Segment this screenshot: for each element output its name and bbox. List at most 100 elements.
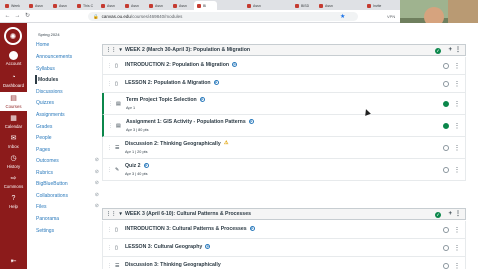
item-title[interactable]: Term Project Topic Selection xyxy=(126,97,197,103)
published-check-icon[interactable]: ✓ xyxy=(435,48,441,54)
drag-handle-icon[interactable]: ⋮ xyxy=(107,63,112,69)
browser-tab[interactable]: This C xyxy=(74,1,97,10)
drag-handle-icon[interactable]: ⋮ xyxy=(108,101,113,107)
item-title[interactable]: LESSON 3: Cultural Geography xyxy=(125,244,202,250)
module-header[interactable]: ⋮⋮ ▾ WEEK 2 (March 30-April 3): Populati… xyxy=(102,44,466,56)
kebab-menu-icon[interactable]: ⋮ xyxy=(455,46,461,55)
browser-tab[interactable]: Assn xyxy=(26,1,49,10)
add-item-icon[interactable]: + xyxy=(448,210,452,219)
back-icon[interactable]: ← xyxy=(4,13,11,20)
item-title[interactable]: Discussion 3: Thinking Geographically xyxy=(125,262,221,268)
collapse-nav-icon[interactable]: ⇤ xyxy=(0,257,27,266)
kebab-menu-icon[interactable]: ⋮ xyxy=(454,226,460,233)
kebab-menu-icon[interactable]: ⋮ xyxy=(454,262,460,269)
course-nav-home[interactable]: Home xyxy=(35,40,99,49)
browser-tab[interactable]: Week xyxy=(2,1,25,10)
item-title[interactable]: LESSON 2: Population & Migration xyxy=(125,80,211,86)
kebab-menu-icon[interactable]: ⋮ xyxy=(454,62,460,69)
unpublished-icon[interactable] xyxy=(443,166,449,173)
unpublished-icon[interactable] xyxy=(443,226,449,233)
nav-account[interactable]: Account xyxy=(0,51,27,66)
item-title[interactable]: Quiz 2 xyxy=(125,163,141,169)
drag-handle-icon[interactable]: ⋮ xyxy=(107,81,112,87)
item-title[interactable]: INTRODUCTION 3: Cultural Patterns & Proc… xyxy=(125,226,247,232)
item-title[interactable]: Discussion 2: Thinking Geographically xyxy=(125,141,221,147)
item-title[interactable]: Assignment 1: GIS Activity - Population … xyxy=(126,119,246,125)
module-item[interactable]: ⋮ ▤ Assignment 1: GIS Activity - Populat… xyxy=(102,115,466,137)
unpublished-icon[interactable] xyxy=(443,262,449,269)
course-nav-discussions[interactable]: Discussions xyxy=(35,87,99,96)
forward-icon[interactable]: → xyxy=(14,13,21,20)
reload-icon[interactable]: ↻ xyxy=(24,13,31,20)
module-item[interactable]: ⋮ ▯ INTRODUCTION 3: Cultural Patterns & … xyxy=(102,221,466,239)
browser-tab[interactable]: Invite xyxy=(364,1,387,10)
unpublished-icon[interactable] xyxy=(443,80,449,87)
course-nav-panorama[interactable]: Panorama xyxy=(35,214,99,223)
add-item-icon[interactable]: + xyxy=(448,46,452,55)
course-nav-modules[interactable]: Modules xyxy=(35,75,99,84)
unpublished-icon[interactable] xyxy=(443,144,449,151)
drag-handle-icon[interactable]: ⋮ xyxy=(107,245,112,251)
browser-tab-active[interactable]: Bl xyxy=(194,1,217,10)
bookmark-star-icon[interactable]: ★ xyxy=(340,13,345,20)
published-check-icon[interactable]: ✓ xyxy=(435,212,441,218)
vpn-label[interactable]: VPN xyxy=(387,14,395,19)
kebab-menu-icon[interactable]: ⋮ xyxy=(454,80,460,87)
browser-tab[interactable]: Assn xyxy=(50,1,73,10)
module-item[interactable]: ⋮ ▯ LESSON 3: Cultural Geography P ⋮ xyxy=(102,239,466,257)
kebab-menu-icon[interactable]: ⋮ xyxy=(454,122,460,129)
collapse-arrow-icon[interactable]: ▾ xyxy=(119,47,122,53)
browser-tab[interactable]: Assn xyxy=(170,1,193,10)
kebab-menu-icon[interactable]: ⋮ xyxy=(454,144,460,151)
nav-commons[interactable]: ⇨ Commons xyxy=(0,174,27,189)
nav-history[interactable]: ◷ History xyxy=(0,154,27,169)
drag-handle-icon[interactable]: ⋮ xyxy=(107,227,112,233)
kebab-menu-icon[interactable]: ⋮ xyxy=(455,210,461,219)
course-nav-files[interactable]: Files ⊘ xyxy=(35,202,99,211)
kebab-menu-icon[interactable]: ⋮ xyxy=(454,166,460,173)
university-logo-icon[interactable]: ✺ xyxy=(4,27,22,45)
browser-tab[interactable]: BISD xyxy=(292,1,315,10)
course-nav-pages[interactable]: Pages xyxy=(35,145,99,154)
course-nav-settings[interactable]: Settings xyxy=(35,226,99,235)
course-nav-collaborations[interactable]: Collaborations ⊘ xyxy=(35,191,99,200)
course-nav-grades[interactable]: Grades xyxy=(35,122,99,131)
module-header[interactable]: ⋮⋮ ▾ WEEK 3 (April 6-10): Cultural Patte… xyxy=(102,208,466,220)
course-nav-people[interactable]: People xyxy=(35,133,99,142)
drag-handle-icon[interactable]: ⋮ xyxy=(107,167,112,173)
nav-dashboard[interactable]: ◔ Dashboard xyxy=(0,73,27,88)
published-icon[interactable] xyxy=(443,122,449,129)
course-nav-announcements[interactable]: Announcements xyxy=(35,52,99,61)
item-title[interactable]: INTRODUCTION 2: Population & Migration xyxy=(125,62,229,68)
browser-tab[interactable]: Assn xyxy=(146,1,169,10)
drag-handle-icon[interactable]: ⋮⋮ xyxy=(106,47,116,53)
address-bar[interactable]: 🔒 canvas.ou.edu/courses/469840/modules xyxy=(88,12,358,21)
kebab-menu-icon[interactable]: ⋮ xyxy=(454,100,460,107)
drag-handle-icon[interactable]: ⋮ xyxy=(107,263,112,269)
drag-handle-icon[interactable]: ⋮ xyxy=(108,123,113,129)
course-nav-syllabus[interactable]: Syllabus xyxy=(35,64,99,73)
browser-tab[interactable]: Assn xyxy=(316,1,339,10)
browser-tab[interactable]: Assn xyxy=(122,1,145,10)
drag-handle-icon[interactable]: ⋮ xyxy=(107,145,112,151)
module-item[interactable]: ⋮ ▯ LESSON 2: Population & Migration P ⋮ xyxy=(102,75,466,93)
unpublished-icon[interactable] xyxy=(443,244,449,251)
drag-handle-icon[interactable]: ⋮⋮ xyxy=(106,211,116,217)
module-item[interactable]: ⋮ ☰ Discussion 2: Thinking Geographicall… xyxy=(102,137,466,159)
module-item[interactable]: ⋮ ☰ Discussion 3: Thinking Geographicall… xyxy=(102,257,466,269)
module-item[interactable]: ⋮ ▤ Term Project Topic Selection P Apr 1 … xyxy=(102,93,466,115)
course-nav-rubrics[interactable]: Rubrics ⊘ xyxy=(35,168,99,177)
nav-calendar[interactable]: ▦ Calendar xyxy=(0,114,27,129)
course-nav-quizzes[interactable]: Quizzes xyxy=(35,98,99,107)
module-item[interactable]: ⋮ ✎ Quiz 2P Apr 3 | 40 pts ⋮ xyxy=(102,159,466,181)
module-item[interactable]: ⋮ ▯ INTRODUCTION 2: Population & Migrati… xyxy=(102,57,466,75)
browser-tab[interactable]: Assn xyxy=(98,1,121,10)
course-nav-bigbluebutton[interactable]: BigBlueButton ⊘ xyxy=(35,179,99,188)
collapse-arrow-icon[interactable]: ▾ xyxy=(119,211,122,217)
course-nav-assignments[interactable]: Assignments xyxy=(35,110,99,119)
unpublished-icon[interactable] xyxy=(443,62,449,69)
nav-courses[interactable]: ▤ Courses xyxy=(0,92,27,111)
published-icon[interactable] xyxy=(443,100,449,107)
kebab-menu-icon[interactable]: ⋮ xyxy=(454,244,460,251)
browser-tab[interactable]: Assn xyxy=(244,1,267,10)
